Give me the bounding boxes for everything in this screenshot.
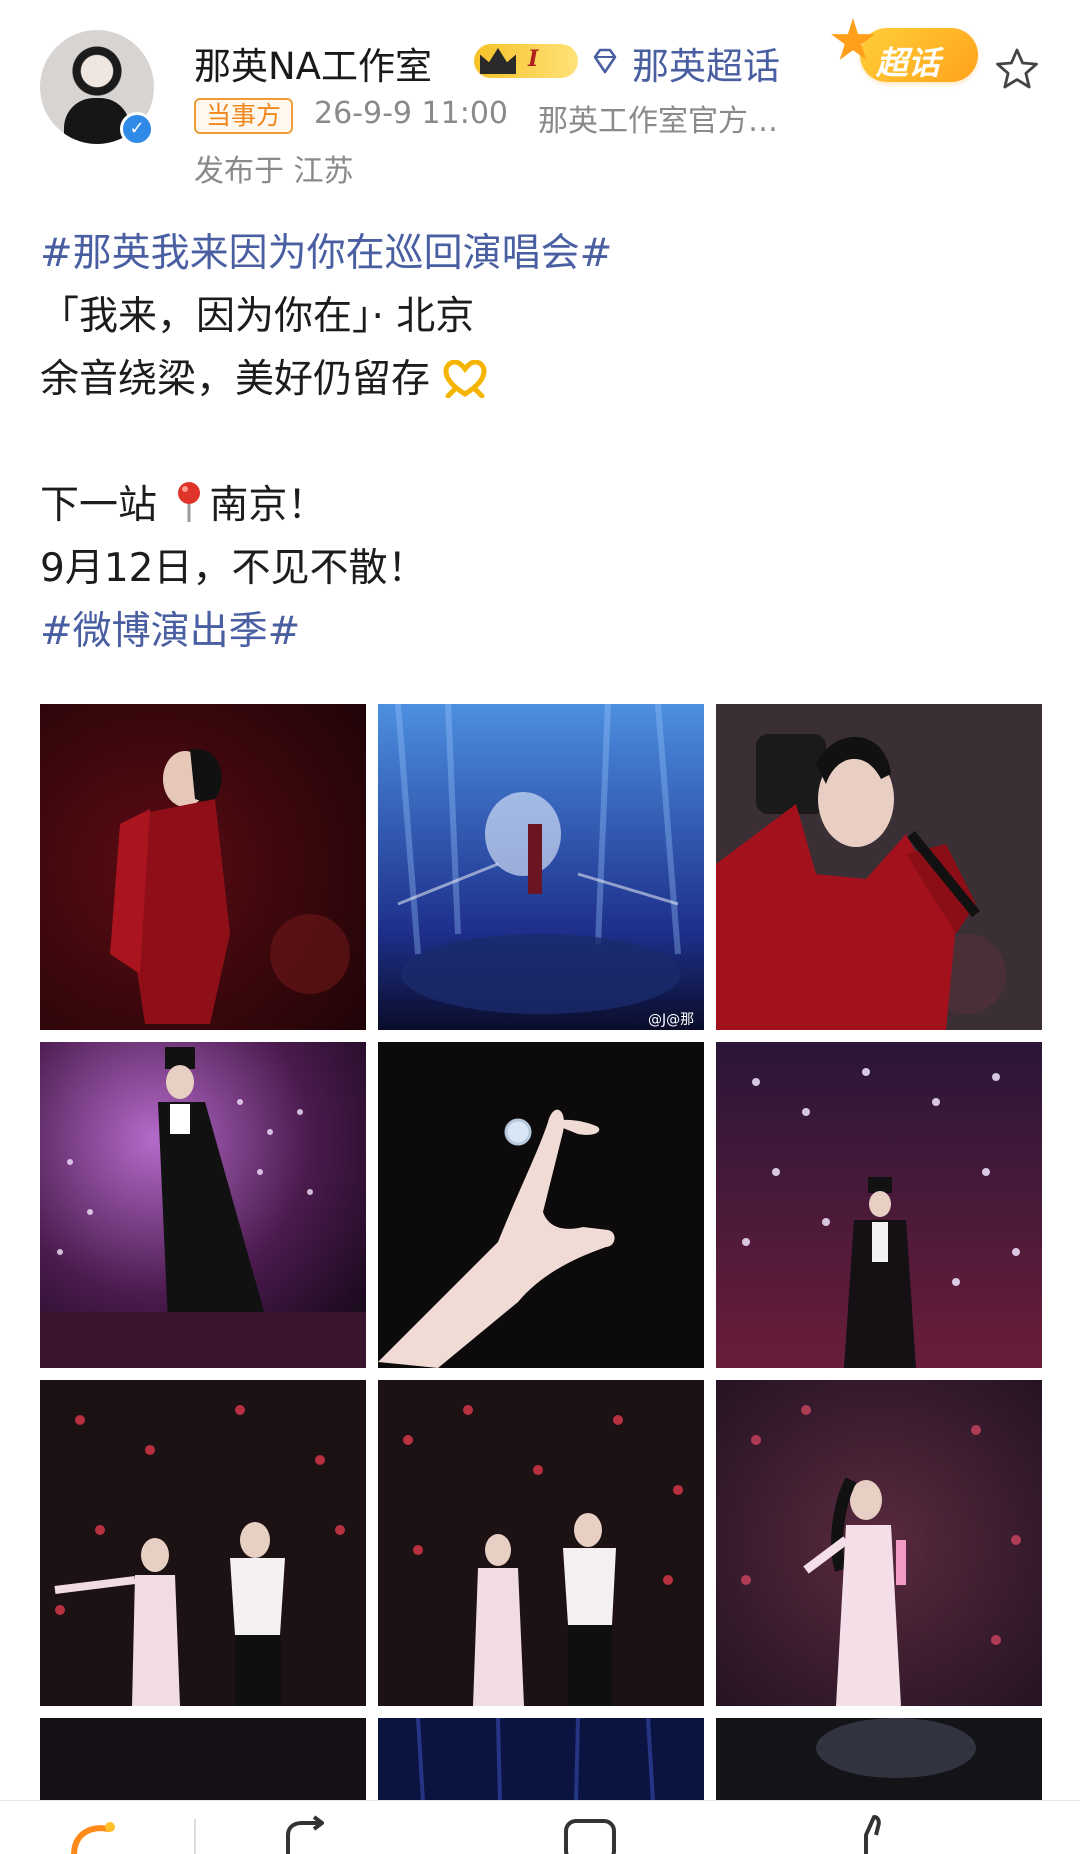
post-location: 发布于 江苏 [194, 154, 354, 189]
crown-icon [480, 48, 516, 74]
hashtag-link[interactable]: #微博演出季# [40, 609, 300, 654]
comment-icon[interactable] [560, 1815, 620, 1854]
supertopic-icon[interactable] [64, 1815, 124, 1854]
party-tag-badge: 当事方 [194, 98, 294, 134]
photo-1[interactable] [40, 704, 366, 1030]
photo-8[interactable] [378, 1380, 704, 1706]
photo-11[interactable] [378, 1718, 704, 1802]
photo-7[interactable] [40, 1380, 366, 1706]
supertopic-badge[interactable]: 超话 [830, 18, 980, 92]
post-timestamp: 26-9-9 11:00 [314, 96, 508, 131]
supertopic-link[interactable]: 那英超话 [632, 36, 780, 90]
action-divider [194, 1819, 196, 1854]
post-line: 南京！ [209, 483, 327, 528]
photo-4[interactable] [40, 1042, 366, 1368]
photo-2[interactable]: @J@那 [378, 704, 704, 1030]
photo-9[interactable] [716, 1380, 1042, 1706]
heart-hands-icon [443, 360, 487, 398]
post-body: #那英我来因为你在巡回演唱会# 「我来，因为你在」· 北京 余音绕梁，美好仍留存… [40, 222, 1040, 663]
post-line: 9月12日，不见不散！ [40, 546, 427, 591]
photo-6[interactable] [716, 1042, 1042, 1368]
photo-3[interactable] [716, 704, 1042, 1030]
favorite-star-icon[interactable] [994, 46, 1040, 92]
action-bar [0, 1800, 1080, 1854]
post-line: 「我来，因为你在」· 北京 [40, 294, 475, 339]
post-line: 下一站 [40, 483, 158, 528]
photo-12[interactable] [716, 1718, 1042, 1802]
member-level-badge[interactable]: I [474, 44, 578, 78]
photo-10[interactable] [40, 1718, 366, 1802]
forward-icon[interactable] [280, 1815, 340, 1854]
hashtag-link[interactable]: #那英我来因为你在巡回演唱会# [40, 231, 612, 276]
post-line: 余音绕梁，美好仍留存 [40, 357, 431, 402]
like-icon[interactable] [840, 1815, 900, 1854]
photo-watermark: @J@那 [648, 1012, 694, 1028]
post-source[interactable]: 那英工作室官方… [538, 96, 778, 140]
location-pin-icon [178, 482, 201, 522]
gem-icon [593, 48, 617, 74]
verified-icon: ✓ [120, 112, 154, 146]
photo-5[interactable] [378, 1042, 704, 1368]
user-name[interactable]: 那英NA工作室 [194, 36, 432, 90]
